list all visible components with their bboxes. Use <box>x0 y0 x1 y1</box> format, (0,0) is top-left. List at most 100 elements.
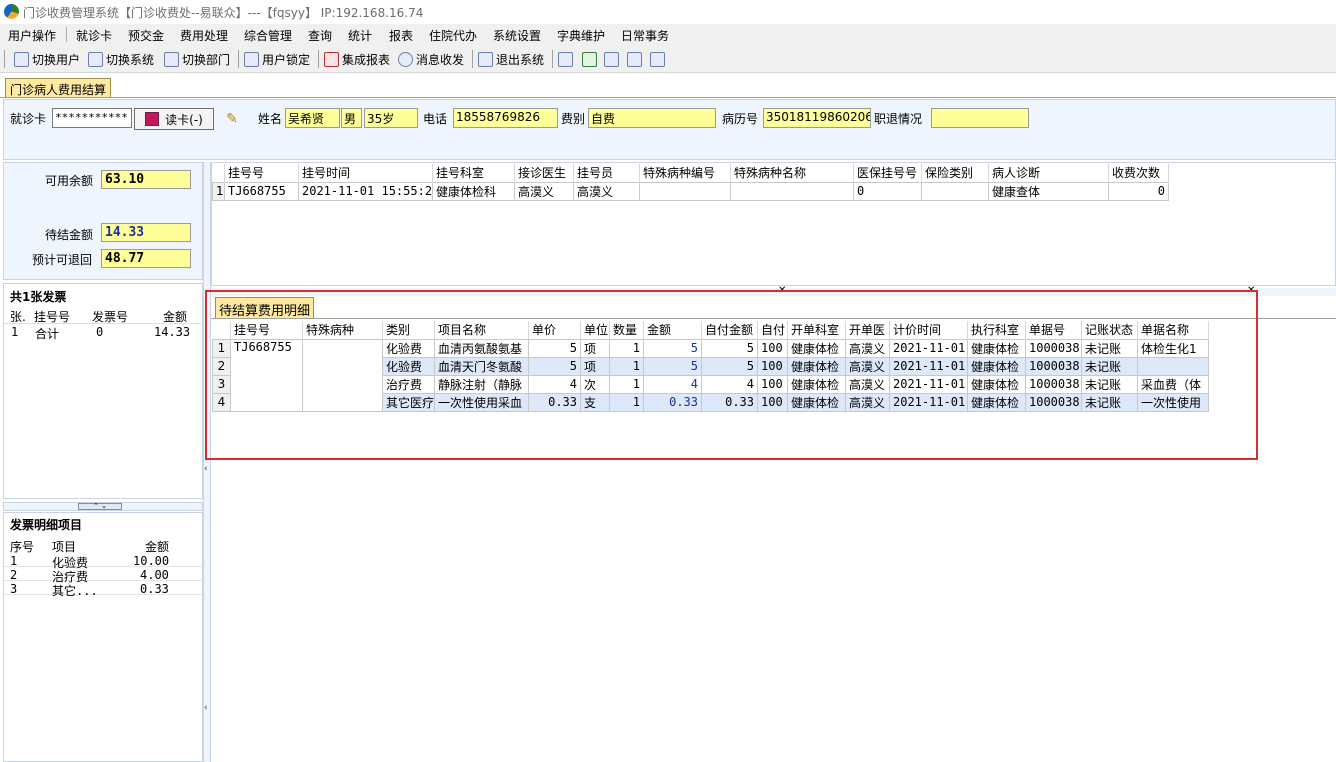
fee-type-label: 费别 <box>561 112 586 126</box>
lock-user-icon <box>244 51 259 67</box>
header-cell[interactable]: 挂号科室 <box>432 164 515 182</box>
integrated-report-label: 集成报表 <box>342 52 391 67</box>
toolbar-separator <box>238 50 239 68</box>
record-no-field[interactable]: 350181198602061 <box>763 108 871 128</box>
yuan-icon <box>582 51 597 67</box>
header-cell[interactable]: 挂号员 <box>573 164 640 182</box>
detail-cell: 1 <box>10 554 18 568</box>
menu-statistics[interactable]: 统计 <box>348 27 372 44</box>
checkbox-icon <box>604 51 619 67</box>
header-cell[interactable]: 接诊医生 <box>514 164 574 182</box>
user-lock-label: 用户锁定 <box>262 52 311 67</box>
menu-dictionary[interactable]: 字典维护 <box>557 27 605 44</box>
expected-refund-field: 48.77 <box>101 249 191 268</box>
user-lock-button[interactable]: 用户锁定 <box>244 50 310 68</box>
header-cell[interactable]: 特殊病种编号 <box>639 164 731 182</box>
switch-user-button[interactable]: 切换用户 <box>14 50 80 68</box>
menu-fee-processing[interactable]: 费用处理 <box>180 27 228 44</box>
invoice-detail-title: 发票明细项目 <box>10 518 83 532</box>
invoice-count-title: 共1张发票 <box>10 290 67 304</box>
toolbar-separator <box>472 50 473 68</box>
fee-type-field[interactable]: 自费 <box>588 108 716 128</box>
header-cell[interactable]: 挂号号 <box>224 164 299 182</box>
clear-brush-button[interactable]: ✎ <box>221 108 243 130</box>
table-cell: 2021-11-01 15:55:2 <box>298 181 433 201</box>
record-no-label: 病历号 <box>722 112 759 126</box>
menu-comprehensive[interactable]: 综合管理 <box>244 27 292 44</box>
menu-system-settings[interactable]: 系统设置 <box>493 27 541 44</box>
card-number-input[interactable]: *********** <box>52 108 132 128</box>
invoice-cell: 1 <box>11 325 19 339</box>
table-cell: 健康查体 <box>988 181 1109 201</box>
row-number: 1 <box>212 181 225 201</box>
header-cell[interactable]: 特殊病种名称 <box>730 164 854 182</box>
switch-user-label: 切换用户 <box>32 52 81 67</box>
switch-dept-button[interactable]: 切换部门 <box>164 50 230 68</box>
check-tool-button[interactable] <box>604 50 622 68</box>
report-icon <box>324 51 339 67</box>
pending-amount-label: 待结金额 <box>45 228 94 242</box>
app-logo-icon <box>4 4 19 19</box>
edit-icon <box>558 51 573 67</box>
patient-name-field[interactable]: 吴希贤 <box>285 108 340 128</box>
card-reader-icon <box>145 112 160 126</box>
switch-system-button[interactable]: 切换系统 <box>88 50 154 68</box>
header-cell[interactable]: 挂号时间 <box>298 164 433 182</box>
exit-system-button[interactable]: 退出系统 <box>478 50 544 68</box>
messages-button[interactable]: 消息收发 <box>398 50 464 68</box>
edit-tool-button[interactable] <box>558 50 576 68</box>
menu-query[interactable]: 查询 <box>308 27 332 44</box>
menu-card[interactable]: 就诊卡 <box>76 27 112 44</box>
table-cell: TJ668755 <box>224 181 299 201</box>
detail-cell: 4.00 <box>140 568 169 582</box>
yuan-tool-button[interactable] <box>582 50 600 68</box>
detail-rows-bg <box>4 553 202 597</box>
read-card-button[interactable]: 读卡(-) <box>134 108 214 130</box>
detail-cell: 0.33 <box>140 582 169 596</box>
header-cell <box>212 164 225 182</box>
switch-system-label: 切换系统 <box>106 52 155 67</box>
patient-sex-field[interactable]: 男 <box>341 108 362 128</box>
exit-icon <box>478 51 493 67</box>
table-cell: 高漠义 <box>573 181 640 201</box>
table-cell: 健康体检科 <box>432 181 515 201</box>
toolbar-separator <box>318 50 319 68</box>
table-row[interactable]: 1 TJ668755 2021-11-01 15:55:2 健康体检科 高漠义 … <box>212 181 1169 201</box>
toolbar-separator <box>552 50 553 68</box>
collapse-left-icon[interactable]: ‹ <box>204 464 208 474</box>
menu-user-ops[interactable]: 用户操作 <box>8 27 56 44</box>
header-cell[interactable]: 病人诊断 <box>988 164 1109 182</box>
table-cell <box>921 181 989 201</box>
invoice-cell: 合计 <box>35 327 60 341</box>
annotation-highlight-box <box>205 290 1258 460</box>
toolbar-grip <box>4 50 5 68</box>
tab-outpatient-settlement[interactable]: 门诊病人费用结算 <box>5 78 112 98</box>
collapse-left-icon[interactable]: ‹ <box>204 703 208 713</box>
patient-age-field[interactable]: 35岁 <box>364 108 418 128</box>
window-tool-button[interactable] <box>650 50 668 68</box>
book-tool-button[interactable] <box>627 50 645 68</box>
menu-reports[interactable]: 报表 <box>389 27 413 44</box>
tab-divider <box>0 97 1336 98</box>
menu-deposit[interactable]: 预交金 <box>128 27 164 44</box>
menu-daily-affairs[interactable]: 日常事务 <box>621 27 669 44</box>
switch-dept-label: 切换部门 <box>182 52 231 67</box>
vertical-splitter[interactable] <box>203 162 211 762</box>
phone-field[interactable]: 18558769826 <box>453 108 558 128</box>
detail-cell: 10.00 <box>133 554 170 568</box>
read-card-label: 读卡(-) <box>165 112 203 127</box>
splitter-grip-icon[interactable]: ⌃ ⌄ <box>78 503 122 510</box>
available-balance-label: 可用余额 <box>45 174 94 188</box>
header-cell[interactable]: 收费次数 <box>1108 164 1169 182</box>
header-cell[interactable]: 医保挂号号 <box>853 164 922 182</box>
integrated-report-button[interactable]: 集成报表 <box>324 50 390 68</box>
detail-cell: 2 <box>10 568 18 582</box>
header-cell[interactable]: 保险类别 <box>921 164 989 182</box>
table-cell <box>639 181 731 201</box>
menu-inpatient-agency[interactable]: 住院代办 <box>429 27 477 44</box>
invoice-row[interactable]: 1 合计 0 14.33 <box>4 323 202 341</box>
available-balance-field: 63.10 <box>101 170 191 189</box>
users-icon <box>14 51 29 67</box>
refund-status-field[interactable] <box>931 108 1029 128</box>
info-icon <box>398 51 413 67</box>
